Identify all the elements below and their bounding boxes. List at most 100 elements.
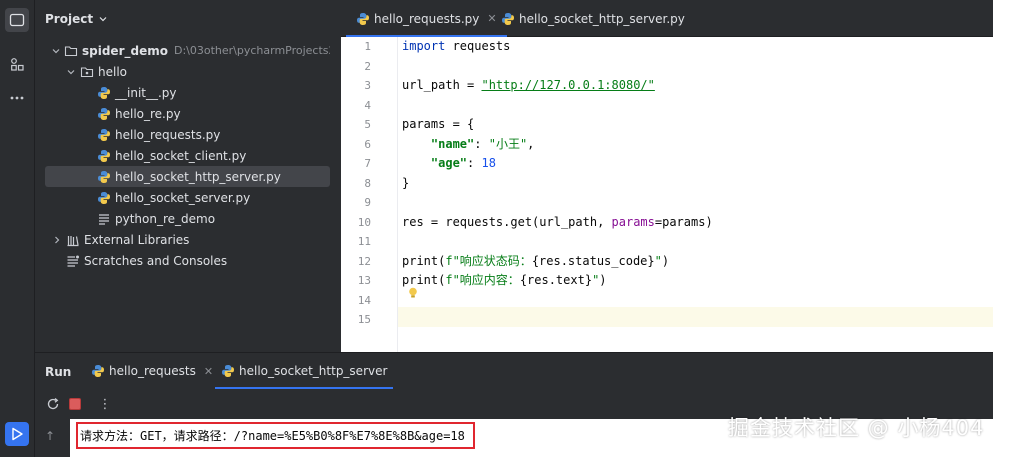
rerun-icon — [47, 397, 59, 410]
line-number: 13 — [357, 274, 371, 287]
run-tab-hello-requests[interactable]: hello_requests ✕ — [85, 353, 219, 389]
tree-item-label: hello_socket_client.py — [115, 148, 247, 163]
text-file-icon — [97, 212, 111, 226]
folder-icon — [9, 13, 25, 27]
code-line-5: params = { — [402, 115, 987, 135]
line-number: 7 — [364, 157, 371, 170]
line-number: 2 — [364, 59, 371, 73]
run-tab-hello-socket-http-server[interactable]: hello_socket_http_server — [215, 353, 394, 389]
stop-icon — [69, 398, 81, 410]
tree-item-label: python_re_demo — [115, 211, 216, 226]
current-line-highlight — [341, 307, 993, 327]
code-text: : — [467, 156, 482, 170]
python-file-icon — [97, 149, 111, 163]
more-horizontal-icon — [10, 96, 24, 100]
line-number: 3 — [364, 79, 371, 92]
tree-item-python-re-demo[interactable]: python_re_demo — [45, 208, 330, 229]
structure-icon — [11, 58, 24, 71]
structure-tool-button[interactable] — [5, 52, 29, 76]
tree-item-hello-socket-server-py[interactable]: hello_socket_server.py — [45, 187, 330, 208]
line-number: 14 — [357, 293, 371, 307]
project-panel: Project spider_demo D:\03other\pycharmPr… — [35, 0, 341, 352]
python-file-icon — [221, 364, 235, 378]
console-output-line: 请求方法：GET，请求路径：/?name=%E5%B0%8F%E7%8E%8B&… — [76, 422, 475, 449]
code-text: , — [527, 136, 535, 151]
code-text: requests — [445, 39, 511, 53]
close-icon[interactable]: ✕ — [204, 365, 213, 378]
tree-item-init-py[interactable]: __init__.py — [45, 82, 330, 103]
code-line-3: url_path = "http://127.0.0.1:8080/" — [402, 76, 987, 96]
python-file-icon — [97, 170, 111, 184]
tree-item-label: Scratches and Consoles — [84, 253, 228, 268]
string-literal: f"响应内容： — [445, 273, 520, 287]
chevron-right-icon[interactable] — [51, 234, 63, 246]
tree-item-external-libraries[interactable]: External Libraries — [45, 229, 330, 250]
project-tool-button[interactable] — [5, 8, 29, 32]
code-text: print( — [402, 253, 446, 268]
tree-item-label: hello_re.py — [115, 106, 181, 121]
tab-hello-requests-py[interactable]: hello_requests.py ✕ — [346, 0, 507, 37]
code-text: params = { — [402, 117, 475, 131]
tree-item-scratches-and-consoles[interactable]: Scratches and Consoles — [45, 250, 330, 271]
run-panel-title: Run — [45, 365, 72, 379]
code-text: =params) — [654, 214, 713, 229]
project-panel-title: Project — [45, 12, 94, 26]
line-number: 11 — [357, 235, 371, 248]
stop-button[interactable] — [67, 396, 83, 412]
code-text: ) — [599, 273, 607, 287]
code-editor[interactable]: 1 2 3 4 5 6 7 8 9 10 11 12 13 14 15 impo… — [341, 37, 993, 352]
chevron-down-icon[interactable] — [65, 66, 77, 78]
run-tool-button[interactable] — [5, 422, 29, 446]
code-line-1: import requests — [402, 37, 987, 57]
python-file-icon — [91, 364, 105, 378]
chevron-down-icon[interactable] — [51, 45, 61, 57]
string-literal: "小王" — [488, 136, 528, 151]
code-text: {res.status_code} — [531, 253, 655, 268]
lightbulb-icon[interactable] — [408, 287, 418, 302]
tab-label: hello_requests.py — [374, 11, 480, 26]
python-file-icon — [356, 12, 370, 26]
python-file-icon — [97, 128, 111, 142]
python-file-icon — [97, 191, 111, 205]
more-tools-button[interactable] — [5, 86, 29, 110]
tree-item-label: hello — [98, 64, 127, 79]
line-number: 10 — [357, 215, 371, 229]
run-icon — [12, 427, 23, 441]
window-edge — [993, 0, 1023, 457]
line-number: 6 — [364, 137, 371, 151]
more-actions-icon[interactable]: ⋮ — [97, 396, 113, 412]
line-number: 12 — [357, 254, 371, 268]
tree-item-hello-socket-http-server-py[interactable]: hello_socket_http_server.py — [45, 166, 330, 187]
code-text: print( — [402, 273, 446, 287]
tree-item-spider-demo[interactable]: spider_demo D:\03other\pycharmProjects20… — [45, 40, 330, 61]
chevron-down-icon — [99, 17, 107, 22]
line-number: 15 — [357, 313, 371, 326]
folder-icon — [64, 44, 78, 58]
tree-item-label: External Libraries — [84, 232, 190, 247]
dict-key: "age" — [430, 156, 468, 170]
tree-item-label: hello_socket_http_server.py — [115, 169, 281, 184]
rerun-button[interactable] — [45, 396, 61, 412]
python-file-icon — [97, 86, 111, 100]
project-view-selector[interactable]: Project — [45, 12, 108, 26]
url-link[interactable]: "http://127.0.0.1:8080/" — [481, 78, 654, 92]
tree-item-hello[interactable]: hello — [45, 61, 330, 82]
tab-hello-socket-http-server-py[interactable]: hello_socket_http_server.py — [491, 0, 695, 37]
tab-label: hello_socket_http_server.py — [519, 11, 685, 26]
line-number: 5 — [364, 118, 371, 131]
python-file-icon — [97, 107, 111, 121]
named-parameter: params — [611, 214, 655, 229]
tree-item-hello-re-py[interactable]: hello_re.py — [45, 103, 330, 124]
line-number-gutter: 1 2 3 4 5 6 7 8 9 10 11 12 13 14 15 — [341, 37, 398, 352]
tree-item-hello-requests-py[interactable]: hello_requests.py — [45, 124, 330, 145]
library-icon — [66, 233, 80, 247]
code-text: ) — [661, 253, 670, 268]
tree-item-hello-socket-client-py[interactable]: hello_socket_client.py — [45, 145, 330, 166]
line-number: 4 — [364, 98, 371, 112]
tree-item-label: hello_socket_server.py — [115, 190, 251, 205]
scroll-up-icon[interactable]: ↑ — [45, 429, 55, 443]
editor-tab-bar: hello_requests.py ✕ hello_socket_http_se… — [341, 0, 993, 37]
code-line-7: "age": 18 — [402, 154, 987, 174]
number-literal: 18 — [481, 156, 496, 170]
code-line-10: res = requests.get(url_path, params=para… — [402, 213, 987, 233]
